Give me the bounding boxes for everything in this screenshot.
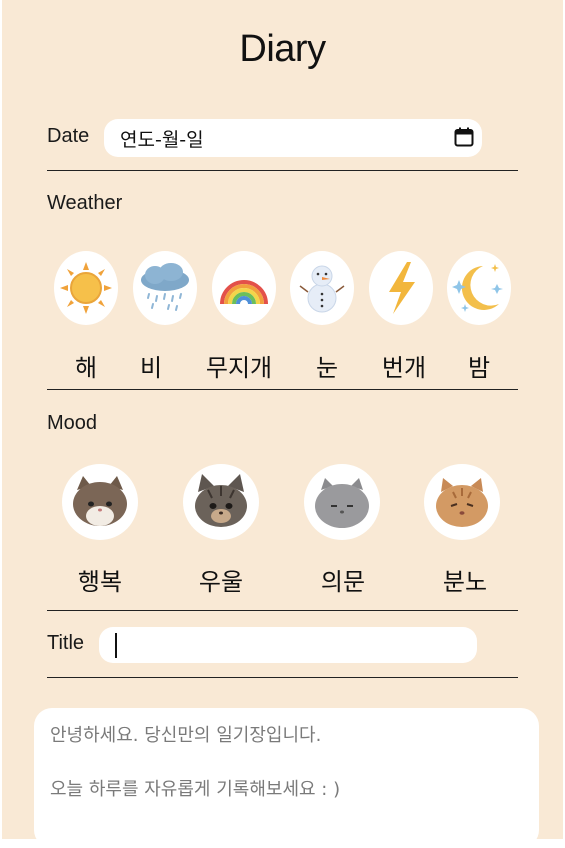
- content-line-2: 오늘 하루를 자유롭게 기록해보세요 : ): [50, 779, 341, 800]
- page-title: Diary: [239, 28, 326, 70]
- gray-cat-icon[interactable]: [304, 464, 380, 540]
- weather-label: Weather: [47, 192, 123, 214]
- divider-date: [47, 170, 518, 171]
- diary-page: Diary Date 연도-월-일 Weather 해 비 무지개 눈 번개 밤…: [2, 0, 563, 848]
- title-label: Title: [47, 632, 85, 654]
- weather-label-snow[interactable]: 눈: [287, 348, 367, 383]
- orange-cat-icon[interactable]: [424, 464, 500, 540]
- divider-mood: [47, 610, 518, 611]
- content-line-1: 안녕하세요. 당신만의 일기장입니다.: [50, 725, 322, 746]
- weather-label-night[interactable]: 밤: [439, 348, 519, 383]
- text-caret: [115, 633, 117, 658]
- mood-label-sad[interactable]: 우울: [171, 562, 271, 597]
- mood-label: Mood: [47, 412, 98, 434]
- date-input[interactable]: 연도-월-일: [104, 119, 482, 157]
- sun-icon[interactable]: [54, 251, 118, 325]
- weather-label-rain[interactable]: 비: [111, 348, 191, 383]
- weather-label-rainbow[interactable]: 무지개: [199, 348, 279, 383]
- rainbow-icon[interactable]: [212, 251, 276, 325]
- snowman-icon[interactable]: [290, 251, 354, 325]
- brown-cat-icon[interactable]: [62, 464, 138, 540]
- divider-weather: [47, 389, 518, 390]
- date-placeholder: 연도-월-일: [120, 128, 204, 151]
- title-input[interactable]: [99, 627, 477, 663]
- tabby-cat-icon[interactable]: [183, 464, 259, 540]
- mood-label-angry[interactable]: 분노: [415, 562, 515, 597]
- mood-label-question[interactable]: 의문: [293, 562, 393, 597]
- mood-label-happy[interactable]: 행복: [50, 562, 150, 597]
- weather-label-lightning[interactable]: 번개: [364, 348, 444, 383]
- date-label: Date: [47, 125, 90, 147]
- calendar-icon[interactable]: [454, 127, 474, 147]
- diary-content-textarea[interactable]: 안녕하세요. 당신만의 일기장입니다. 오늘 하루를 자유롭게 기록해보세요 :…: [34, 708, 539, 848]
- divider-title: [47, 677, 518, 678]
- rain-cloud-icon[interactable]: [133, 251, 197, 325]
- lightning-icon[interactable]: [369, 251, 433, 325]
- moon-stars-icon[interactable]: [447, 251, 511, 325]
